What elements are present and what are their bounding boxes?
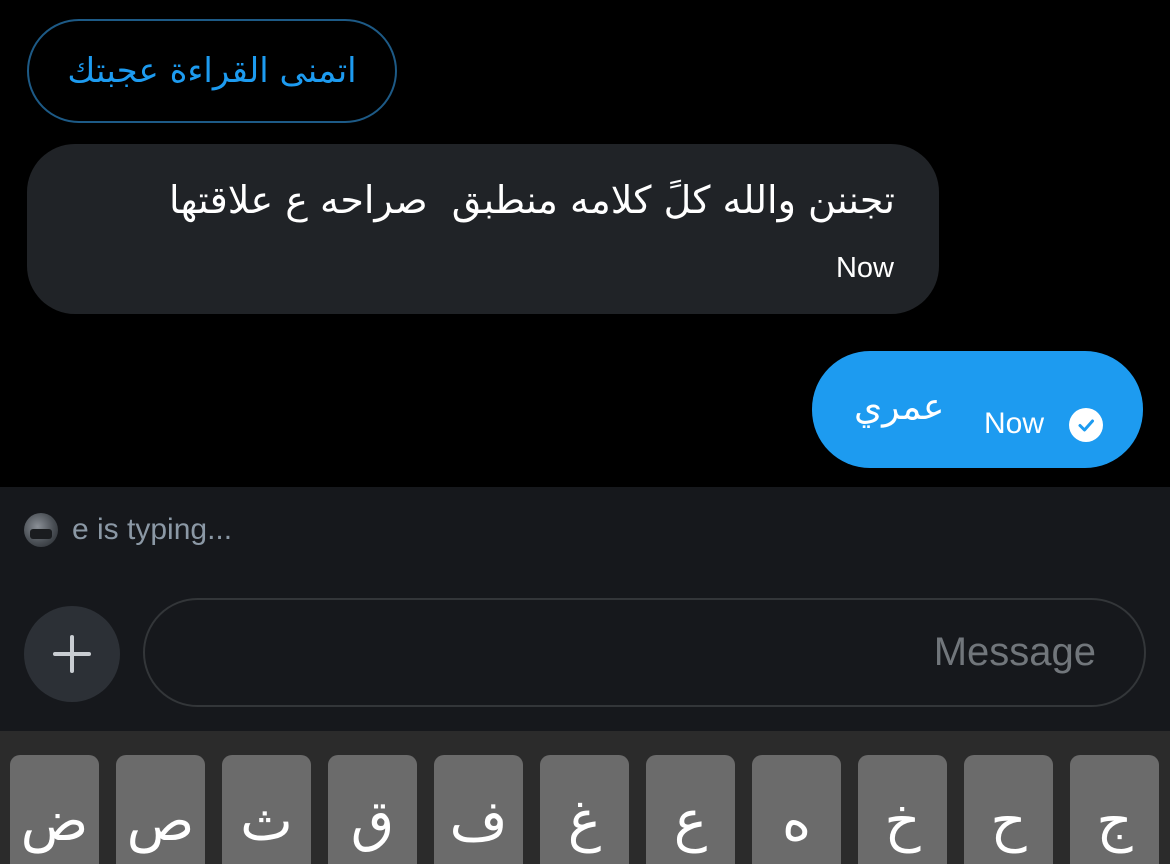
- keyboard-key[interactable]: غ: [540, 755, 629, 864]
- suggestion-pill[interactable]: اتمنى القراءة عجبتك: [27, 19, 397, 123]
- keyboard-key[interactable]: ق: [328, 755, 417, 864]
- message-placeholder: Message: [933, 630, 1096, 674]
- suggestion-text: اتمنى القراءة عجبتك: [67, 51, 357, 91]
- received-message-time: Now: [835, 252, 894, 284]
- check-circle-icon: [1069, 408, 1103, 442]
- keyboard-key[interactable]: ع: [646, 755, 735, 864]
- typing-indicator-text: e is typing...: [72, 513, 233, 546]
- typing-indicator: e is typing...: [24, 513, 232, 547]
- add-attachment-button[interactable]: [24, 606, 120, 702]
- keyboard-key[interactable]: ث: [222, 755, 311, 864]
- composer-area: e is typing... Message: [0, 487, 1170, 731]
- keyboard-key[interactable]: ض: [10, 755, 99, 864]
- keyboard: ض ص ث ق ف غ ع ه خ ح ج: [0, 731, 1170, 864]
- keyboard-key[interactable]: ج: [1070, 755, 1159, 864]
- received-message-text: تجننن والله كلً كلامه منطبق صراحه ع علاق…: [169, 178, 895, 222]
- keyboard-key[interactable]: ف: [434, 755, 523, 864]
- message-input[interactable]: Message: [143, 598, 1146, 707]
- sent-message-bubble[interactable]: عمري Now: [812, 351, 1143, 468]
- avatar: [24, 513, 58, 547]
- plus-icon-vertical: [70, 635, 74, 673]
- dm-conversation-screen: اتمنى القراءة عجبتك تجننن والله كلً كلام…: [0, 0, 1170, 864]
- keyboard-key[interactable]: ه: [752, 755, 841, 864]
- keyboard-key[interactable]: ص: [116, 755, 205, 864]
- received-message-bubble[interactable]: تجننن والله كلً كلامه منطبق صراحه ع علاق…: [27, 144, 939, 314]
- sent-message-time: Now: [984, 407, 1045, 440]
- sent-message-text: عمري: [854, 387, 945, 428]
- keyboard-key[interactable]: ح: [964, 755, 1053, 864]
- keyboard-key[interactable]: خ: [858, 755, 947, 864]
